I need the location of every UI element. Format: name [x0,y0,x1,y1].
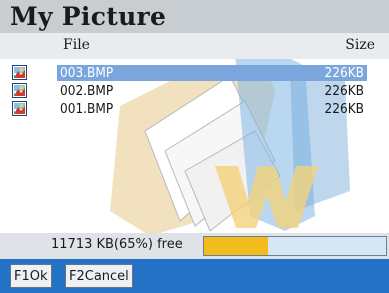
free-space-text: 11713 KB(65%) free [51,237,183,252]
title-bar: My Picture [0,0,389,33]
page-title: My Picture [10,2,167,31]
column-header-size: Size [345,37,375,53]
file-name: 002.BMP [60,83,114,99]
file-list: 003.BMP 226KB 002.BMP 226KB 001.BMP 226K… [0,59,389,233]
bitmap-file-icon [12,83,27,98]
storage-status-bar: 11713 KB(65%) free [0,233,389,259]
softkey-bar: F1Ok F2Cancel [0,259,389,293]
list-item[interactable]: 002.BMP 226KB [0,83,389,99]
storage-usage-fill [204,237,268,255]
list-item[interactable]: 003.BMP 226KB [0,65,389,81]
ok-softkey-button[interactable]: F1Ok [10,264,52,288]
column-header: File Size [0,33,389,59]
list-item[interactable]: 001.BMP 226KB [0,101,389,117]
storage-usage-bar [203,236,387,256]
bitmap-file-icon [12,101,27,116]
file-name: 003.BMP [60,65,114,81]
bitmap-file-icon [12,65,27,80]
column-header-file: File [63,37,90,53]
file-name: 001.BMP [60,101,114,117]
file-size: 226KB [324,101,364,117]
file-size: 226KB [324,65,364,81]
file-size: 226KB [324,83,364,99]
cancel-softkey-button[interactable]: F2Cancel [65,264,133,288]
